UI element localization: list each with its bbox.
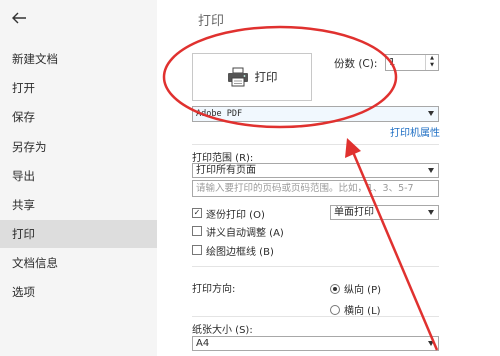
- paper-size-label: 纸张大小 (S):: [192, 325, 253, 336]
- sidebar-item-options[interactable]: 选项: [0, 278, 157, 306]
- paper-size-value: A4: [196, 338, 210, 349]
- divider: [192, 266, 439, 267]
- landscape-radio[interactable]: 横向 (L): [330, 302, 381, 317]
- draw-border-checkbox[interactable]: 绘图边框线 (B): [192, 243, 274, 258]
- chevron-down-icon: [428, 341, 434, 346]
- copies-spin-buttons[interactable]: ▲ ▼: [425, 55, 438, 70]
- printer-select-value: Adobe PDF: [196, 109, 243, 119]
- checkbox-checked[interactable]: ✓: [192, 208, 202, 218]
- page-range-input[interactable]: 请输入要打印的页码或页码范围。比如，1、3、5-7: [192, 180, 439, 197]
- copies-value: 1: [389, 57, 396, 68]
- sides-value: 单面打印: [334, 207, 374, 218]
- radio-selected[interactable]: [330, 283, 340, 294]
- page-range-placeholder: 请输入要打印的页码或页码范围。比如，1、3、5-7: [196, 183, 414, 194]
- printer-properties-link[interactable]: 打印机属性: [390, 124, 440, 139]
- page-title: 打印: [198, 14, 225, 29]
- portrait-label: 纵向 (P): [344, 285, 382, 296]
- copies-stepper[interactable]: 1 ▲ ▼: [385, 54, 439, 71]
- print-button-label: 打印: [254, 70, 278, 84]
- sidebar: 新建文档 打开 保存 另存为 导出 共享 打印 文档信息 选项: [0, 0, 157, 356]
- portrait-radio[interactable]: 纵向 (P): [330, 281, 381, 296]
- collate-label: 逐份打印 (O): [206, 209, 265, 221]
- print-panel: 打印 打印 份数 (C): 1 ▲ ▼ Adobe PDF 打印机属性 打印范围 …: [157, 0, 500, 356]
- arrow-left-icon: [12, 12, 26, 24]
- checkbox-unchecked[interactable]: [192, 226, 202, 236]
- divider: [192, 144, 439, 145]
- sidebar-item-open[interactable]: 打开: [0, 74, 157, 102]
- sidebar-item-save-as[interactable]: 另存为: [0, 133, 157, 161]
- back-button[interactable]: [10, 10, 32, 28]
- chevron-down-icon: [428, 168, 434, 173]
- radio-unselected[interactable]: [330, 304, 340, 315]
- sidebar-item-export[interactable]: 导出: [0, 162, 157, 190]
- sidebar-item-share[interactable]: 共享: [0, 191, 157, 219]
- print-button[interactable]: 打印: [192, 53, 312, 101]
- divider: [192, 316, 439, 317]
- printer-select[interactable]: Adobe PDF: [192, 106, 439, 122]
- auto-adjust-checkbox[interactable]: 讲义自动调整 (A): [192, 224, 284, 239]
- print-range-label: 打印范围 (R):: [192, 153, 254, 164]
- print-range-select[interactable]: 打印所有页面: [192, 163, 439, 178]
- collate-checkbox[interactable]: ✓ 逐份打印 (O): [192, 206, 265, 221]
- checkbox-unchecked[interactable]: [192, 245, 202, 255]
- sidebar-item-print[interactable]: 打印: [0, 220, 157, 248]
- chevron-down-icon: [428, 111, 434, 116]
- sides-select[interactable]: 单面打印: [330, 205, 439, 220]
- sidebar-item-new[interactable]: 新建文档: [0, 45, 157, 73]
- landscape-label: 横向 (L): [344, 306, 381, 317]
- sidebar-item-doc-info[interactable]: 文档信息: [0, 249, 157, 277]
- paper-size-select[interactable]: A4: [192, 336, 439, 351]
- orientation-label: 打印方向:: [192, 284, 236, 295]
- print-range-value: 打印所有页面: [196, 165, 256, 176]
- auto-adjust-label: 讲义自动调整 (A): [206, 227, 284, 239]
- draw-border-label: 绘图边框线 (B): [206, 246, 274, 258]
- chevron-down-icon: [428, 210, 434, 215]
- copies-label: 份数 (C):: [334, 58, 378, 70]
- printer-icon: [227, 67, 248, 87]
- sidebar-item-save[interactable]: 保存: [0, 103, 157, 131]
